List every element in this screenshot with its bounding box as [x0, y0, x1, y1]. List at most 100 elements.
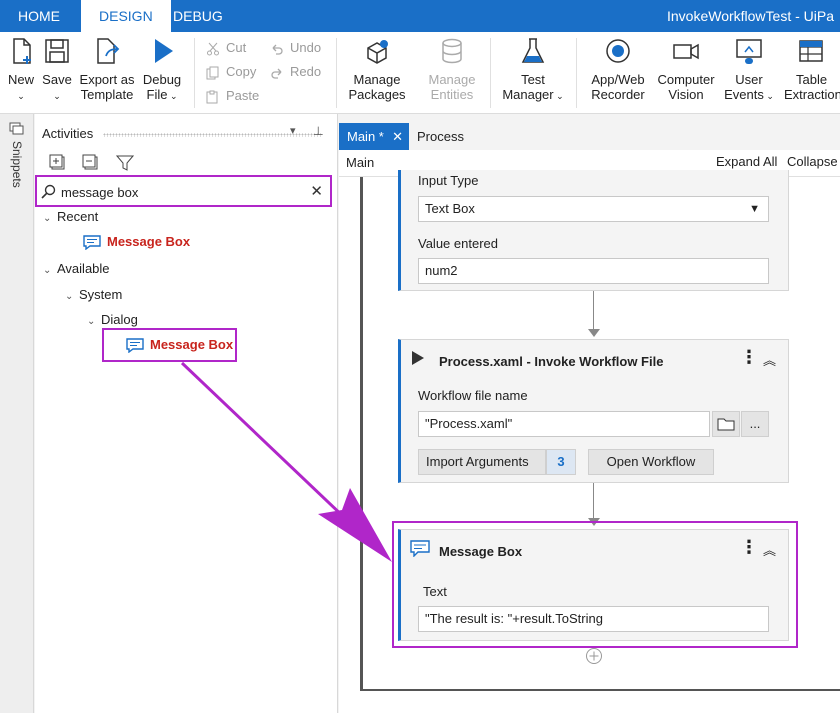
table-icon: [799, 40, 823, 62]
more-options-icon[interactable]: ⋮: [740, 348, 758, 366]
ribbon-divider: [336, 38, 337, 108]
cv-label-1: Computer: [657, 72, 715, 87]
document-tabs: Main * ✕ Process: [339, 114, 840, 150]
tab-debug[interactable]: DEBUG: [155, 0, 241, 32]
chevron-down-icon[interactable]: ▾: [290, 124, 296, 137]
manage-entities-label-2: Entities: [430, 87, 474, 102]
snippets-strip[interactable]: Snippets: [0, 114, 34, 713]
open-workflow-button[interactable]: Open Workflow: [588, 449, 714, 475]
chevron-down-icon: ⌄: [553, 91, 564, 101]
packages-icon: [367, 40, 388, 64]
table-label-2: Extraction: [784, 87, 840, 102]
clear-icon[interactable]: ✕: [310, 182, 323, 200]
tab-home[interactable]: HOME: [0, 0, 78, 32]
workflow-file-label: Workflow file name: [418, 388, 528, 403]
redo-button[interactable]: Redo: [270, 62, 321, 82]
chevron-down-icon: ⌄: [167, 91, 178, 101]
computer-vision-button[interactable]: Computer Vision: [654, 36, 718, 102]
breadcrumb[interactable]: Main: [346, 155, 374, 170]
drag-source-highlight: [102, 328, 237, 362]
workflow-file-field[interactable]: "Process.xaml": [418, 411, 710, 437]
connector-line: [593, 291, 594, 331]
ribbon-divider: [490, 38, 491, 108]
user-events-icon: [736, 39, 762, 64]
export-template-button[interactable]: Export as Template: [76, 36, 138, 102]
record-icon: [606, 39, 630, 63]
camera-icon: [673, 43, 699, 60]
undo-button[interactable]: Undo: [270, 38, 321, 58]
collapse-icon[interactable]: ︽: [763, 350, 776, 369]
tree-node-available[interactable]: ⌄ Available: [43, 261, 110, 276]
collapse-all-link[interactable]: Collapse A: [787, 154, 840, 169]
value-entered-label: Value entered: [418, 236, 498, 251]
tab-label: Main *: [347, 129, 384, 144]
tab-main[interactable]: Main * ✕: [339, 123, 409, 150]
tree-node-dialog[interactable]: ⌄ Dialog: [87, 312, 138, 327]
user-events-button[interactable]: User Events ⌄: [724, 36, 774, 104]
input-type-label: Input Type: [418, 173, 479, 188]
export-label-2: Template: [80, 87, 134, 102]
test-manager-label-2: Manager: [502, 87, 554, 102]
tab-process[interactable]: Process: [409, 123, 472, 150]
recorder-button[interactable]: App/Web Recorder: [586, 36, 650, 102]
ellipsis-button[interactable]: ...: [741, 411, 769, 437]
top-tab-bar: HOME DESIGN DEBUG InvokeWorkflowTest - U…: [0, 0, 840, 32]
save-label: Save: [42, 72, 72, 87]
new-label: New: [7, 72, 34, 87]
activity-search[interactable]: ✕: [35, 175, 332, 207]
manage-packages-button[interactable]: Manage Packages: [346, 36, 408, 102]
pin-icon[interactable]: ⊥: [313, 124, 323, 138]
paste-button[interactable]: Paste: [206, 86, 259, 106]
collapse-all-icon[interactable]: [82, 154, 100, 172]
search-input[interactable]: [61, 182, 311, 202]
expand-all-icon[interactable]: [49, 154, 67, 172]
close-icon[interactable]: ✕: [392, 123, 403, 150]
argument-count-badge: 3: [546, 449, 576, 475]
cut-button[interactable]: Cut: [206, 38, 246, 58]
chevron-down-icon: ⌄: [17, 91, 25, 101]
new-button[interactable]: New ⌄: [4, 36, 38, 104]
invoke-play-icon: [412, 351, 424, 365]
save-button[interactable]: Save ⌄: [40, 36, 74, 104]
debug-file-button[interactable]: Debug File ⌄: [140, 36, 184, 104]
connector-line: [593, 483, 594, 521]
test-manager-button[interactable]: Test Manager ⌄: [500, 36, 566, 104]
play-icon: [155, 39, 173, 63]
test-manager-label-1: Test: [521, 72, 545, 87]
activities-panel: Activities ▾ ⊥ ✕ ⌄ Recent Message Box ⌄ Av…: [35, 114, 338, 713]
chevron-down-icon: ⌄: [43, 213, 52, 224]
manage-entities-label-1: Manage: [428, 72, 476, 87]
arrow-down-icon: [588, 329, 600, 337]
manage-packages-label-1: Manage: [353, 72, 401, 87]
chevron-down-icon: ▼: [749, 203, 760, 215]
import-arguments-button[interactable]: Import Arguments: [418, 449, 546, 475]
manage-entities-button[interactable]: Manage Entities: [422, 36, 482, 102]
input-dialog-activity[interactable]: Input Type Text Box ▼ Value entered num2: [398, 170, 789, 291]
chevron-down-icon: ⌄: [43, 265, 52, 276]
value-entered-field[interactable]: num2: [418, 258, 769, 284]
invoke-workflow-activity[interactable]: Process.xaml - Invoke Workflow File ⋮ ︽ …: [398, 339, 789, 483]
export-label-1: Export as: [79, 72, 135, 87]
redo-icon: [271, 68, 282, 79]
browse-folder-button[interactable]: [712, 411, 740, 437]
table-extraction-button[interactable]: Table Extraction: [782, 36, 840, 102]
input-type-select[interactable]: Text Box ▼: [418, 196, 769, 222]
message-box-icon: [83, 235, 101, 251]
add-activity-icon[interactable]: [585, 647, 603, 665]
recorder-label-2: Recorder: [591, 87, 645, 102]
tree-item-message-box-recent[interactable]: Message Box: [83, 234, 190, 251]
ribbon-divider: [576, 38, 577, 108]
tree-node-recent[interactable]: ⌄ Recent: [43, 209, 98, 224]
invoke-workflow-title: Process.xaml - Invoke Workflow File: [439, 354, 664, 369]
expand-all-link[interactable]: Expand All: [716, 154, 777, 169]
snippets-label: Snippets: [10, 141, 24, 188]
activities-title: Activities: [42, 126, 94, 141]
copy-button[interactable]: Copy: [206, 62, 256, 82]
tree-node-system[interactable]: ⌄ System: [65, 287, 122, 302]
debug-label-1: Debug: [142, 72, 182, 87]
flask-icon: [521, 38, 545, 63]
copy-label: Copy: [226, 64, 257, 79]
tree-label: Dialog: [101, 312, 138, 327]
copy-icon: [206, 66, 219, 80]
filter-icon[interactable]: [116, 154, 134, 172]
